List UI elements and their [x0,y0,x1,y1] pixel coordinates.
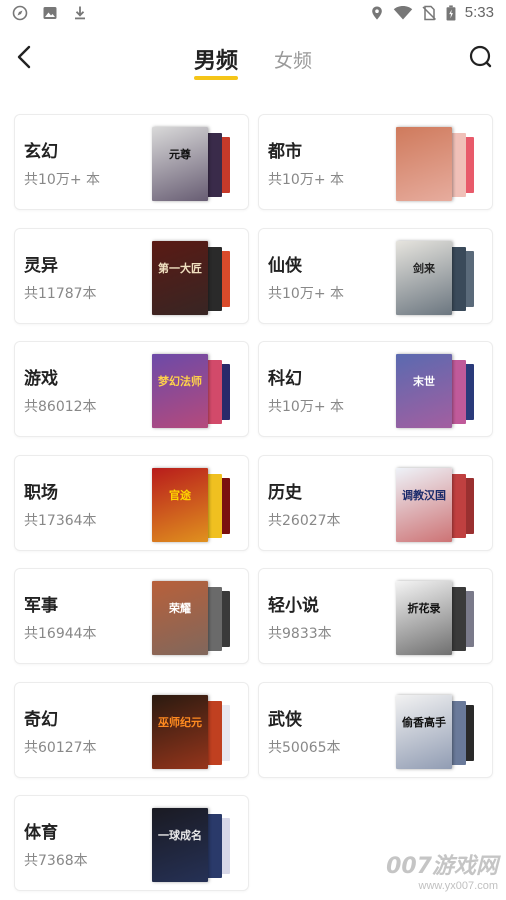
category-name: 体育 [24,823,58,843]
gender-tabs: 男频 女频 [0,34,506,80]
book-cover-stack: 末世 [396,354,480,428]
category-name: 游戏 [24,369,58,389]
category-name: 轻小说 [268,596,319,616]
category-name: 灵异 [24,256,58,276]
category-count: 共7368本 [24,853,88,869]
book-cover-title: 官途 [169,489,191,502]
category-card[interactable]: 职场共17364本 官途 [14,455,249,551]
category-count: 共11787本 [24,286,97,302]
category-count: 共16944本 [24,626,97,642]
watermark-main: 007游戏网 [386,854,498,879]
book-cover-front: 官途 [152,468,208,542]
book-cover-title: 梦幻法师 [158,375,202,388]
book-cover-stack: 第一大匠 [152,241,236,315]
status-bar: 5:33 [0,0,506,28]
category-card[interactable]: 科幻共10万+ 本 末世 [258,341,493,437]
book-cover-stack: 一球成名 [152,808,236,882]
category-name: 玄幻 [24,142,58,162]
book-cover-stack: 官途 [152,468,236,542]
book-cover-stack: 元尊 [152,127,236,201]
location-icon [371,6,382,19]
category-card[interactable]: 仙侠共10万+ 本 剑来 [258,228,493,324]
category-card[interactable]: 奇幻共60127本 巫师纪元 [14,682,249,778]
category-card[interactable]: 都市共10万+ 本 [258,114,493,210]
book-cover-title: 一球成名 [158,829,202,842]
category-count: 共9833本 [268,626,332,642]
category-card[interactable]: 游戏共86012本 梦幻法师 [14,341,249,437]
book-cover-stack [396,127,480,201]
battery-icon [446,4,456,21]
category-name: 奇幻 [24,710,58,730]
book-cover-front: 剑来 [396,241,452,315]
book-cover-stack: 梦幻法师 [152,354,236,428]
compass-icon [12,5,28,21]
book-cover-front: 巫师纪元 [152,695,208,769]
tab-female-label: 女频 [274,50,313,72]
category-card[interactable]: 灵异共11787本 第一大匠 [14,228,249,324]
category-card[interactable]: 历史共26027本 调教汉国 [258,455,493,551]
book-cover-title: 末世 [413,375,435,388]
book-cover-title: 第一大匠 [158,262,202,275]
category-name: 职场 [24,483,58,503]
book-cover-front: 折花录 [396,581,452,655]
category-card[interactable]: 军事共16944本 荣耀 [14,568,249,664]
book-cover-front: 第一大匠 [152,241,208,315]
category-name: 仙侠 [268,256,302,276]
category-count: 共10万+ 本 [268,286,344,302]
book-cover-stack: 折花录 [396,581,480,655]
category-count: 共26027本 [268,513,341,529]
book-cover-front [396,127,452,201]
tab-female[interactable]: 女频 [274,34,312,75]
book-cover-front: 梦幻法师 [152,354,208,428]
book-cover-front: 偷香高手 [396,695,452,769]
watermark-url: www.yx007.com [418,880,498,892]
tab-male[interactable]: 男频 [193,34,238,80]
no-sim-icon [422,5,436,20]
category-count: 共10万+ 本 [24,172,100,188]
image-icon [43,7,57,19]
category-count: 共86012本 [24,399,97,415]
book-cover-stack: 调教汉国 [396,468,480,542]
category-card[interactable]: 玄幻共10万+ 本 元尊 [14,114,249,210]
book-cover-front: 一球成名 [152,808,208,882]
download-icon [75,6,85,20]
watermark: 007游戏网 www.yx007.com [378,848,498,892]
book-cover-title: 巫师纪元 [158,716,202,729]
category-count: 共17364本 [24,513,97,529]
book-cover-title: 折花录 [407,602,441,615]
tab-active-indicator [193,76,238,80]
tab-male-label: 男频 [193,49,238,74]
book-cover-title: 调教汉国 [402,489,446,502]
category-name: 武侠 [268,710,302,730]
status-bar-right: 5:33 [369,4,494,21]
category-count: 共50065本 [268,740,341,756]
book-cover-title: 偷香高手 [402,716,446,729]
status-bar-left [12,5,88,21]
book-cover-front: 荣耀 [152,581,208,655]
book-cover-stack: 巫师纪元 [152,695,236,769]
category-count: 共60127本 [24,740,97,756]
category-card[interactable]: 体育共7368本 一球成名 [14,795,249,891]
book-cover-front: 元尊 [152,127,208,201]
book-cover-stack: 偷香高手 [396,695,480,769]
category-name: 军事 [24,596,58,616]
book-cover-front: 末世 [396,354,452,428]
status-time: 5:33 [464,4,494,21]
category-name: 历史 [268,483,302,503]
book-cover-stack: 荣耀 [152,581,236,655]
book-cover-front: 调教汉国 [396,468,452,542]
book-cover-stack: 剑来 [396,241,480,315]
book-cover-title: 元尊 [169,148,191,161]
category-card[interactable]: 武侠共50065本 偷香高手 [258,682,493,778]
category-count: 共10万+ 本 [268,172,344,188]
search-icon[interactable] [466,42,496,72]
header: 男频 女频 [0,34,506,90]
category-name: 都市 [268,142,302,162]
book-cover-title: 剑来 [413,262,435,275]
book-cover-title: 荣耀 [169,602,191,615]
wifi-icon [393,5,412,19]
category-name: 科幻 [268,369,302,389]
category-count: 共10万+ 本 [268,399,344,415]
category-card[interactable]: 轻小说共9833本 折花录 [258,568,493,664]
